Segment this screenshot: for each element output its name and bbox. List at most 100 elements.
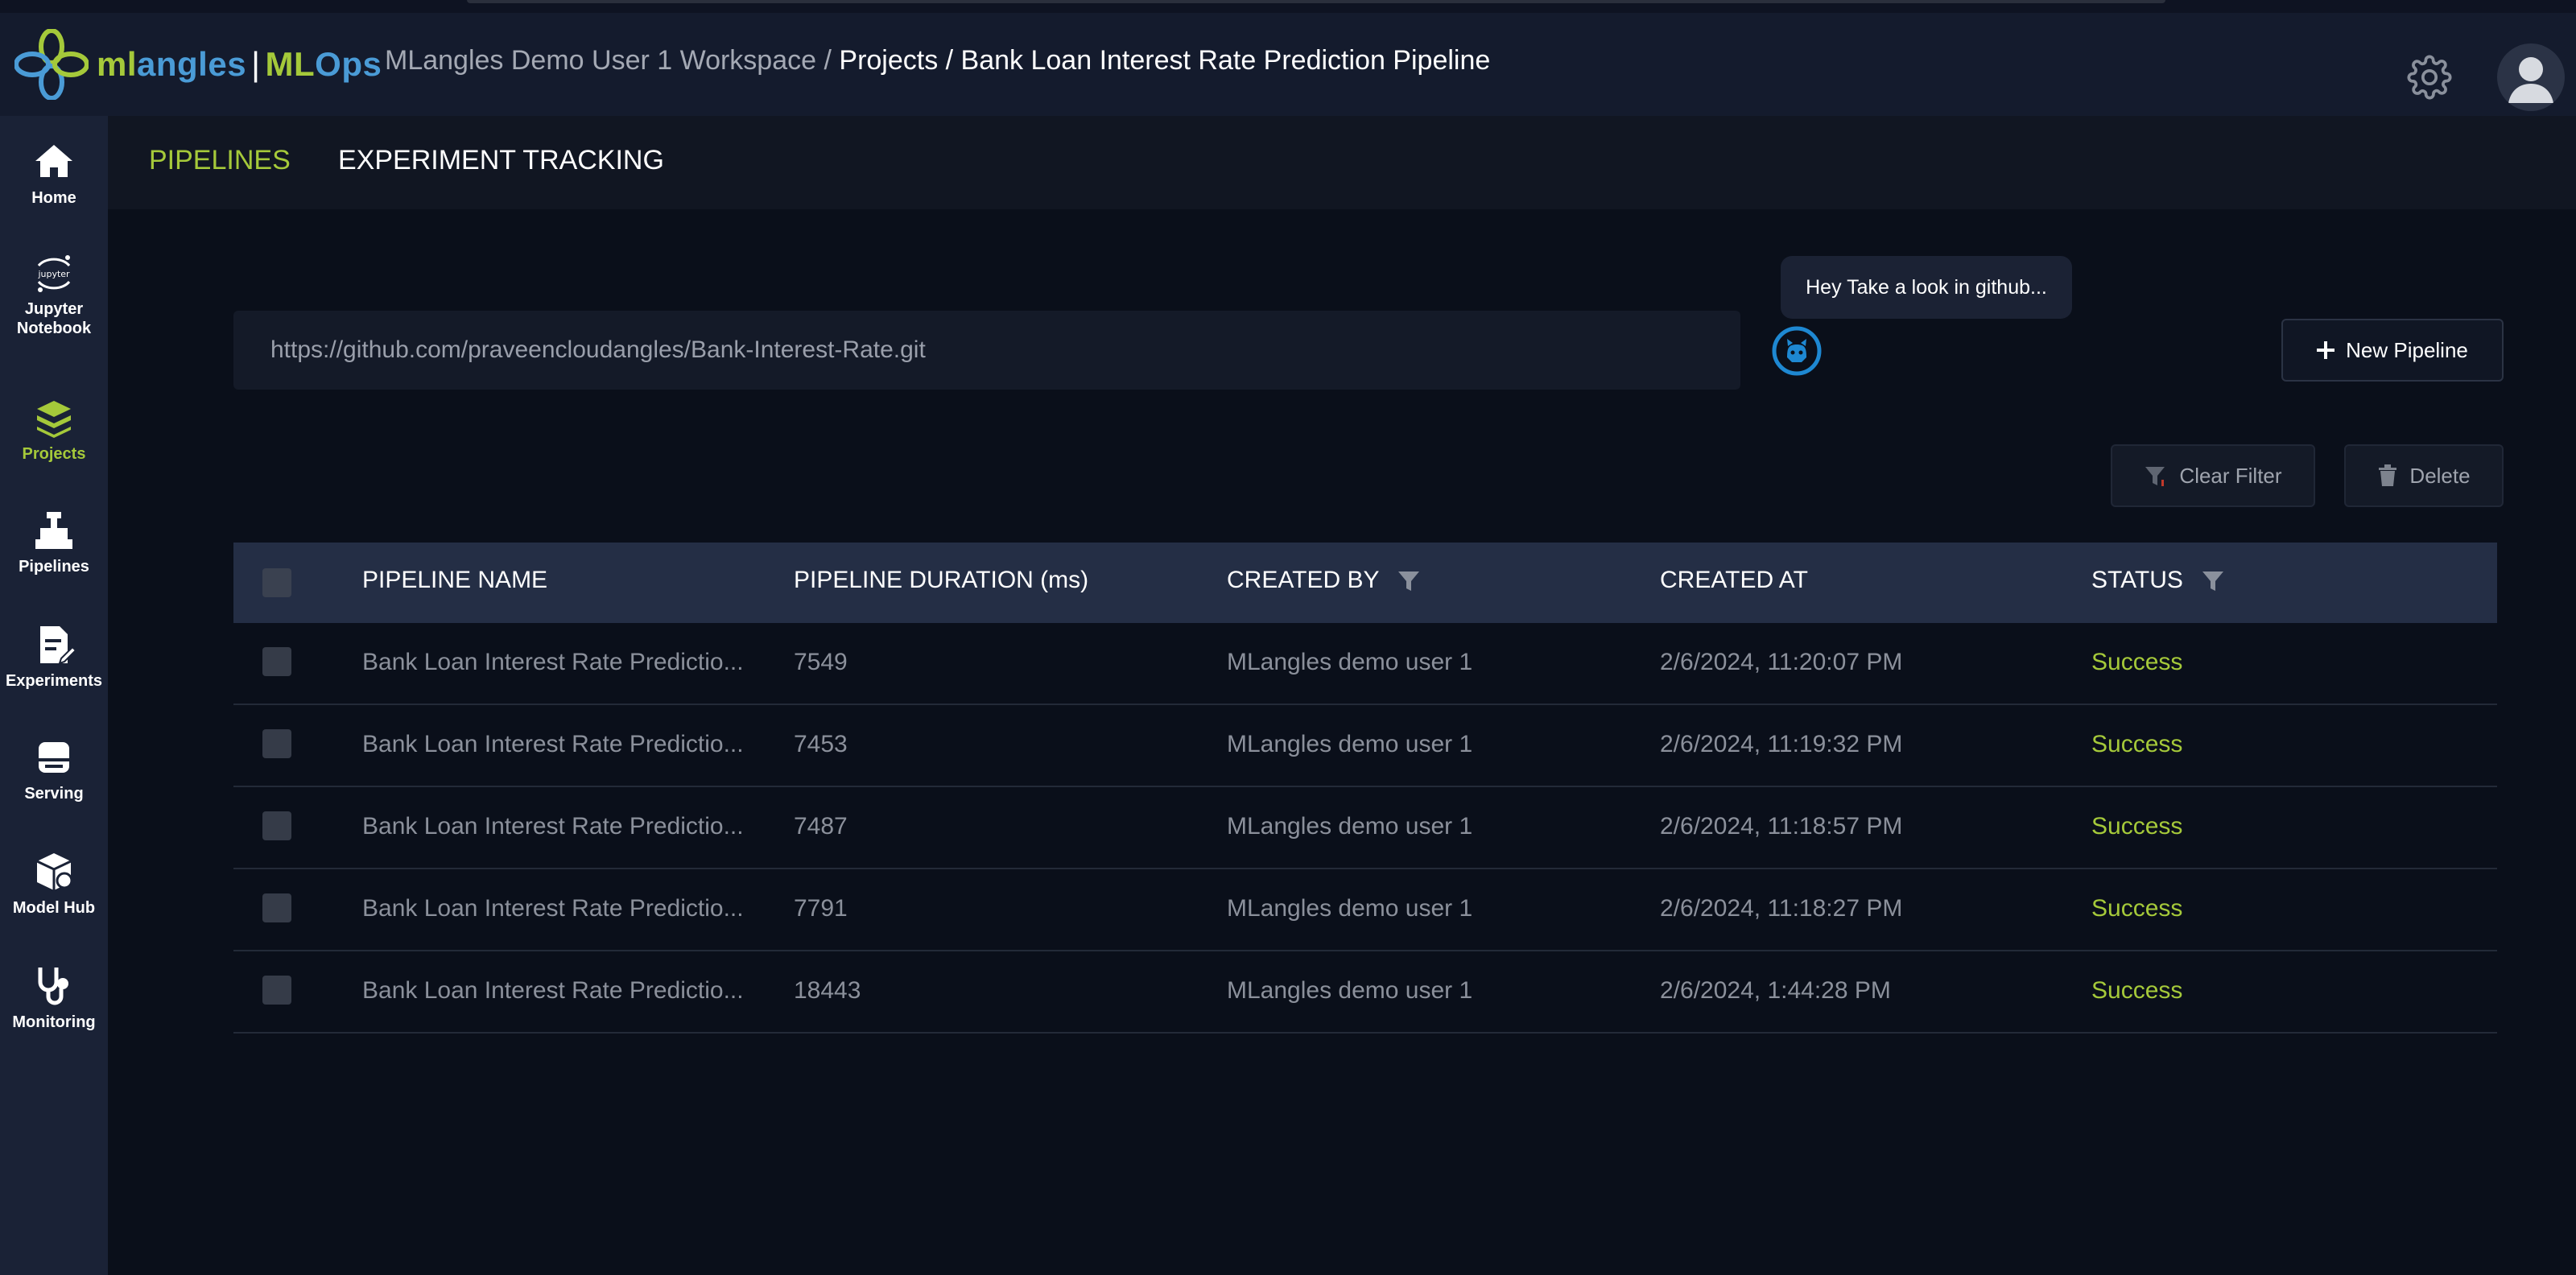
cell-status: Success (2091, 813, 2183, 840)
column-header-created-by[interactable]: CREATED BY (1227, 567, 1421, 594)
sidebar-item-label-line1: Jupyter (24, 300, 84, 318)
sidebar-item-label-line2: Notebook (16, 320, 92, 337)
user-avatar[interactable] (2497, 43, 2565, 111)
cell-created-at: 2/6/2024, 1:44:28 PM (1660, 977, 1891, 1004)
row-checkbox[interactable] (262, 893, 291, 922)
sidebar-item-jupyter[interactable]: jupyter Jupyter Notebook (0, 251, 108, 338)
filter-icon[interactable] (2201, 568, 2225, 592)
column-header-status[interactable]: STATUS (2091, 567, 2225, 594)
cell-status: Success (2091, 977, 2183, 1004)
logo-Ops: Ops (315, 45, 382, 83)
pipeline-icon (35, 512, 72, 549)
table-row[interactable]: Bank Loan Interest Rate Predictio... 754… (233, 623, 2497, 705)
logo-angles: angles (137, 45, 247, 83)
sidebar-item-pipelines[interactable]: Pipelines (0, 509, 108, 576)
select-all-checkbox[interactable] (262, 568, 291, 597)
logo-ML: ML (265, 45, 316, 83)
cell-pipeline-name[interactable]: Bank Loan Interest Rate Predictio... (362, 977, 744, 1005)
home-icon (35, 145, 72, 177)
tab-pipelines[interactable]: PIPELINES (149, 145, 291, 176)
clear-filter-button[interactable]: Clear Filter (2111, 444, 2315, 507)
github-tooltip: Hey Take a look in github... (1781, 256, 2072, 319)
breadcrumb: MLangles Demo User 1 Workspace / Project… (385, 45, 1490, 76)
sidebar-item-experiments[interactable]: Experiments (0, 623, 108, 691)
table-row[interactable]: Bank Loan Interest Rate Predictio... 748… (233, 787, 2497, 869)
serving-icon (39, 742, 69, 773)
window-drag-handle[interactable] (467, 0, 2165, 3)
table-row[interactable]: Bank Loan Interest Rate Predictio... 184… (233, 951, 2497, 1034)
cell-created-by: MLangles demo user 1 (1227, 731, 1473, 757)
cell-created-at: 2/6/2024, 11:18:57 PM (1660, 813, 1903, 840)
cell-duration: 18443 (794, 977, 861, 1004)
cell-pipeline-name[interactable]: Bank Loan Interest Rate Predictio... (362, 731, 744, 758)
pipelines-table: PIPELINE NAME PIPELINE DURATION (ms) CRE… (233, 543, 2497, 1034)
sidebar-item-monitoring[interactable]: Monitoring (0, 964, 108, 1032)
cell-duration: 7549 (794, 649, 848, 675)
delete-button[interactable]: Delete (2344, 444, 2504, 507)
cell-duration: 7487 (794, 813, 848, 840)
cell-created-at: 2/6/2024, 11:18:27 PM (1660, 895, 1903, 922)
column-header-pipeline-duration[interactable]: PIPELINE DURATION (ms) (794, 567, 1088, 594)
sidebar-item-label: Jupyter Notebook (0, 299, 108, 338)
cell-status: Success (2091, 731, 2183, 757)
app-logo[interactable]: mlangles | MLOps (14, 29, 382, 100)
new-pipeline-button[interactable]: New Pipeline (2281, 319, 2504, 382)
cell-pipeline-name[interactable]: Bank Loan Interest Rate Predictio... (362, 813, 744, 840)
sidebar-item-label: Pipelines (19, 558, 89, 576)
row-checkbox[interactable] (262, 647, 291, 676)
sidebar-item-model-hub[interactable]: Model Hub (0, 850, 108, 918)
github-icon[interactable] (1771, 325, 1823, 377)
gear-icon[interactable] (2407, 55, 2452, 100)
breadcrumb-current[interactable]: Projects / Bank Loan Interest Rate Predi… (839, 45, 1490, 76)
column-header-label: PIPELINE DURATION (ms) (794, 567, 1089, 593)
sidebar-item-label: Experiments (5, 672, 103, 690)
jupyter-icon: jupyter (37, 255, 71, 292)
clear-filter-label: Clear Filter (2179, 463, 2282, 488)
sidebar-item-serving[interactable]: Serving (0, 736, 108, 803)
cell-created-by: MLangles demo user 1 (1227, 813, 1473, 840)
cell-duration: 7791 (794, 895, 848, 922)
cell-created-by: MLangles demo user 1 (1227, 977, 1473, 1004)
plus-icon (2317, 341, 2335, 359)
table-header: PIPELINE NAME PIPELINE DURATION (ms) CRE… (233, 543, 2497, 623)
model-hub-icon (36, 853, 73, 890)
column-header-pipeline-name[interactable]: PIPELINE NAME (362, 567, 547, 594)
cell-duration: 7453 (794, 731, 848, 757)
stethoscope-icon (38, 968, 68, 1005)
tabs-bar: PIPELINES EXPERIMENT TRACKING (108, 116, 2576, 209)
cell-pipeline-name[interactable]: Bank Loan Interest Rate Predictio... (362, 649, 744, 676)
cell-created-by: MLangles demo user 1 (1227, 649, 1473, 675)
logo-text: mlangles | MLOps (97, 45, 382, 84)
row-checkbox[interactable] (262, 729, 291, 758)
cell-created-at: 2/6/2024, 11:19:32 PM (1660, 731, 1903, 757)
sidebar-item-projects[interactable]: Projects (0, 396, 108, 464)
sidebar-item-label: Serving (24, 785, 84, 803)
breadcrumb-workspace[interactable]: MLangles Demo User 1 Workspace / (385, 45, 832, 76)
sidebar-item-home[interactable]: Home (0, 140, 108, 208)
table-row[interactable]: Bank Loan Interest Rate Predictio... 779… (233, 869, 2497, 951)
sidebar-item-label: Home (31, 189, 76, 207)
tab-experiment-tracking[interactable]: EXPERIMENT TRACKING (338, 145, 664, 176)
new-pipeline-label: New Pipeline (2346, 337, 2468, 362)
repo-url-input[interactable] (233, 311, 1740, 390)
app-header: mlangles | MLOps MLangles Demo User 1 Work… (0, 13, 2576, 116)
row-checkbox[interactable] (262, 811, 291, 840)
cell-created-at: 2/6/2024, 11:20:07 PM (1660, 649, 1903, 675)
column-header-label: CREATED AT (1660, 567, 1808, 593)
column-header-created-at[interactable]: CREATED AT (1660, 567, 1808, 594)
user-icon (2508, 57, 2553, 103)
column-header-label: STATUS (2091, 567, 2183, 593)
trash-icon (2379, 464, 2397, 486)
window-top-strip (0, 0, 2576, 13)
experiment-icon (40, 626, 76, 665)
table-row[interactable]: Bank Loan Interest Rate Predictio... 745… (233, 705, 2497, 787)
cell-pipeline-name[interactable]: Bank Loan Interest Rate Predictio... (362, 895, 744, 922)
logo-ml: ml (97, 45, 138, 83)
clear-filter-icon (2145, 467, 2165, 486)
row-checkbox[interactable] (262, 976, 291, 1005)
logo-divider: | (251, 45, 261, 83)
sidebar-item-label: Monitoring (12, 1013, 96, 1031)
filter-icon[interactable] (1397, 568, 1421, 592)
cell-status: Success (2091, 649, 2183, 675)
delete-label: Delete (2409, 463, 2471, 488)
